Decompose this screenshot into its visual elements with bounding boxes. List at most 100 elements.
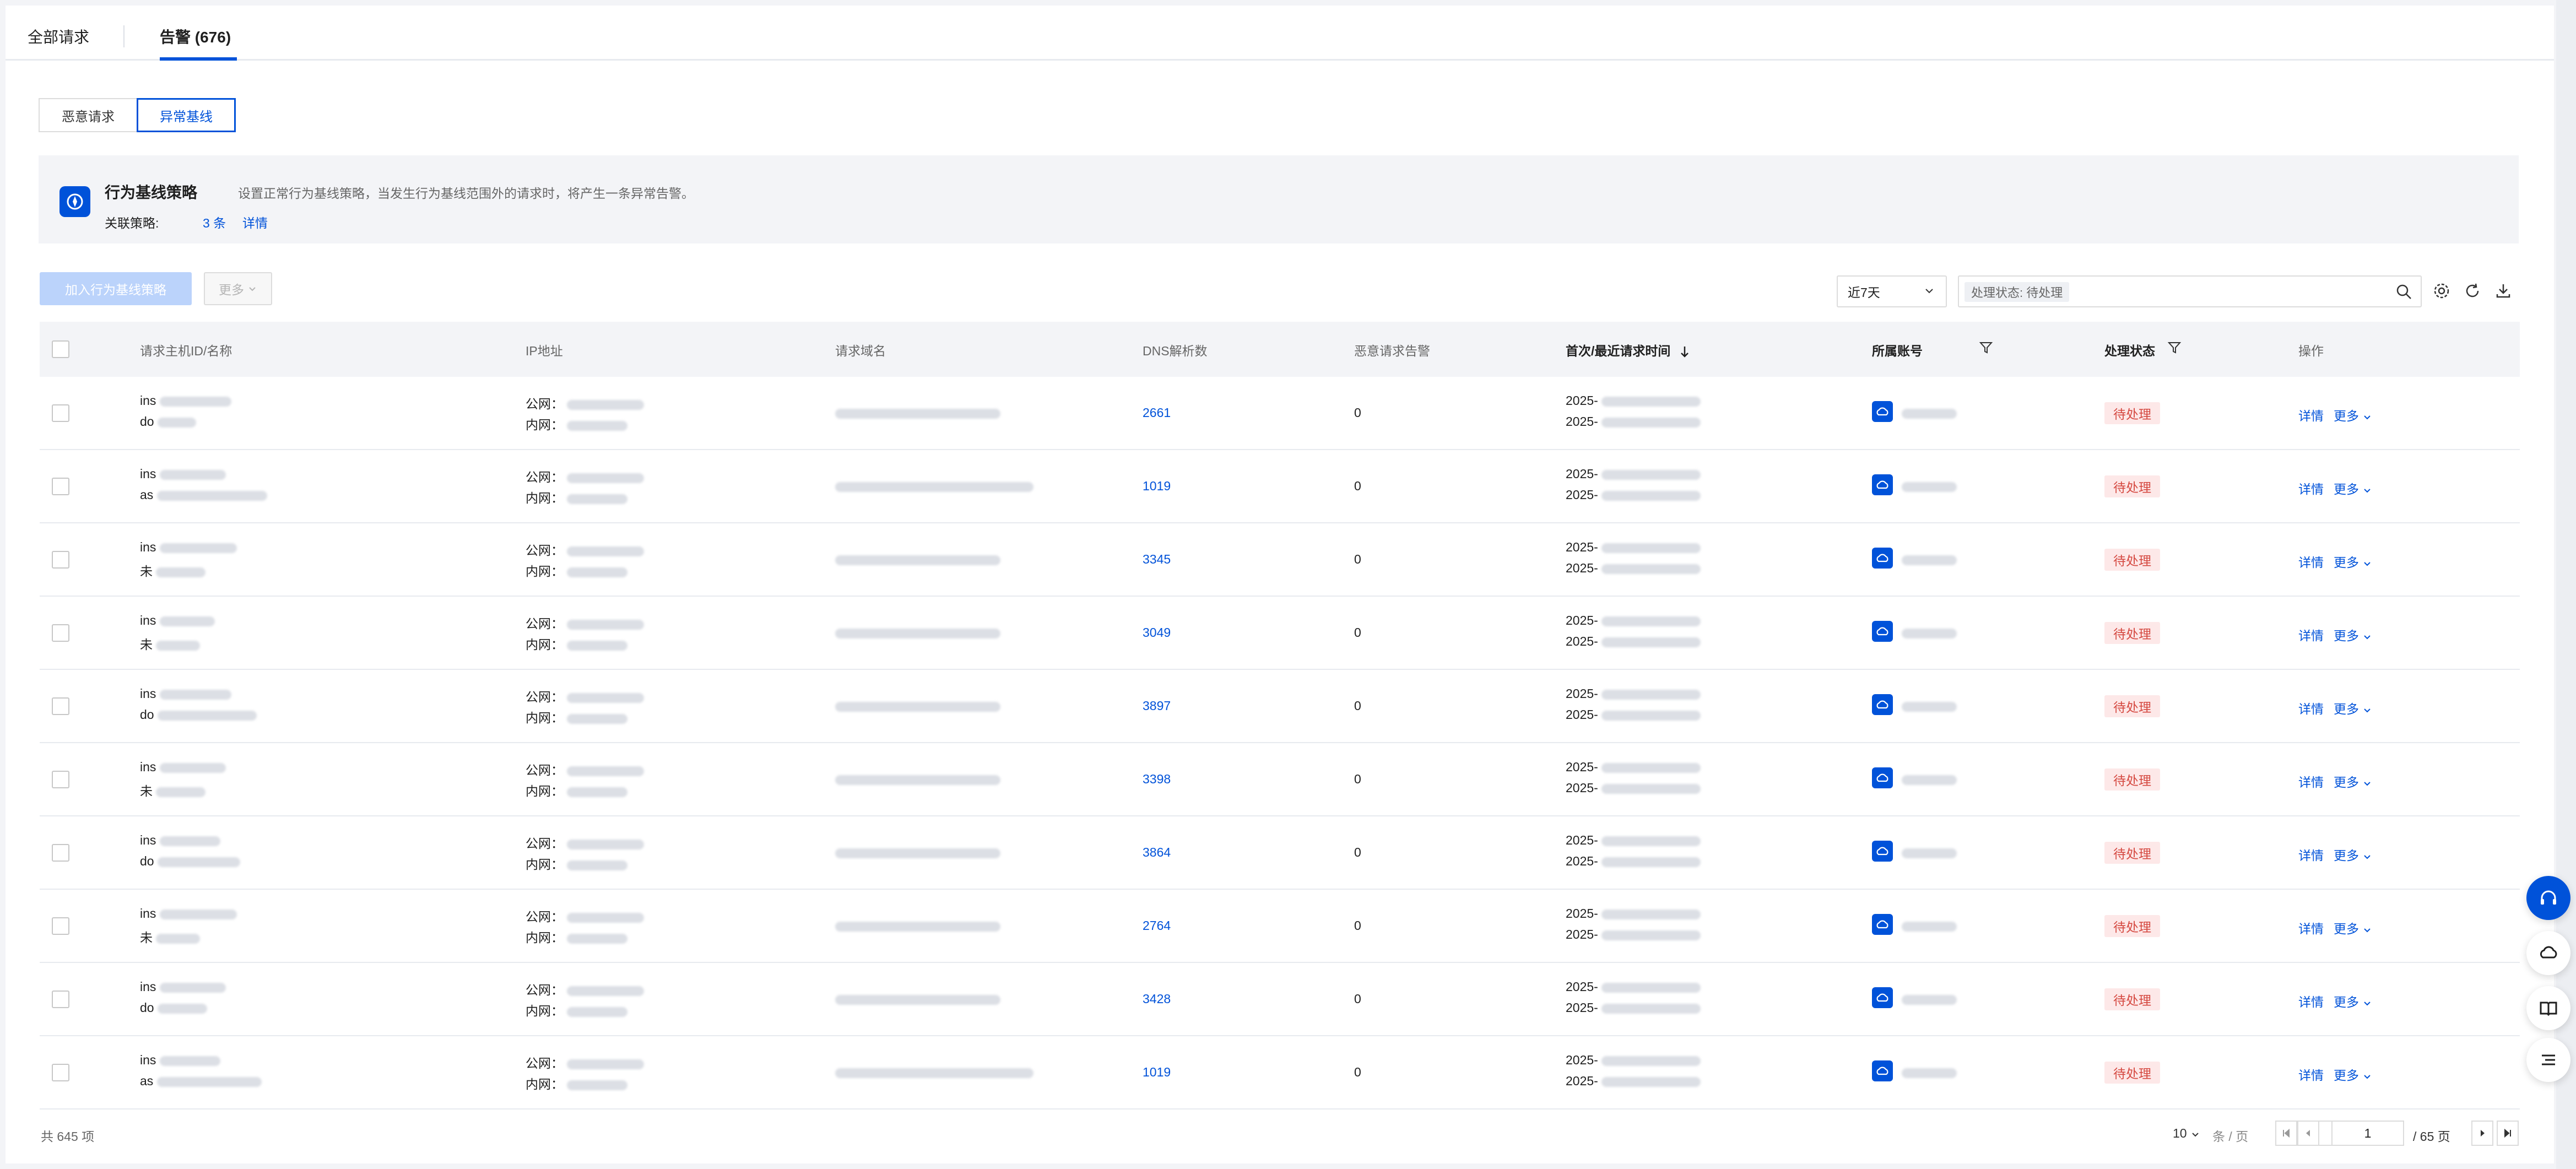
detail-link[interactable]: 详情: [2298, 699, 2324, 717]
more-actions-button[interactable]: 更多: [204, 272, 272, 305]
subtab-malicious-requests[interactable]: 恶意请求: [39, 98, 138, 132]
redacted-account: [1902, 994, 1957, 1005]
current-page-input[interactable]: 1: [2331, 1121, 2404, 1146]
row-more-menu[interactable]: 更多: [2334, 479, 2372, 497]
host-id[interactable]: ins: [140, 833, 220, 848]
detail-link[interactable]: 详情: [2298, 918, 2324, 937]
dns-count-link[interactable]: 3049: [1143, 625, 1171, 640]
sort-down-icon[interactable]: [1679, 345, 1691, 359]
host-id[interactable]: ins: [140, 979, 226, 994]
dns-count-link[interactable]: 3428: [1143, 992, 1171, 1006]
host-id[interactable]: ins: [140, 906, 237, 921]
detail-link[interactable]: 详情: [2298, 992, 2324, 1010]
dns-count-link[interactable]: 1019: [1143, 479, 1171, 494]
detail-link[interactable]: 详情: [2298, 772, 2324, 791]
settings-icon[interactable]: [2432, 281, 2451, 301]
dns-count-link[interactable]: 3897: [1143, 699, 1171, 713]
filter-search-input[interactable]: 处理状态: 待处理: [1958, 275, 2422, 307]
table-row: ins as 公网： 内网： 1019 0 2025- 2025- 待处理 详情…: [40, 450, 2520, 523]
filter-tag[interactable]: 处理状态: 待处理: [1965, 282, 2070, 302]
row-more-menu[interactable]: 更多: [2334, 992, 2372, 1010]
host-id-prefix: ins: [140, 906, 156, 921]
row-more-menu[interactable]: 更多: [2334, 405, 2372, 424]
malicious-alert-count: 0: [1354, 1065, 1361, 1079]
dns-count-link[interactable]: 1019: [1143, 1065, 1171, 1080]
banner-detail-link[interactable]: 详情: [242, 213, 268, 231]
detail-link[interactable]: 详情: [2298, 1065, 2324, 1084]
host-id[interactable]: ins: [140, 686, 231, 701]
host-id[interactable]: ins: [140, 613, 215, 628]
dns-count-link[interactable]: 3345: [1143, 552, 1171, 567]
first-page-button[interactable]: [2275, 1121, 2297, 1146]
row-more-menu[interactable]: 更多: [2334, 625, 2372, 644]
row-checkbox[interactable]: [52, 551, 69, 569]
host-name: do: [140, 707, 257, 722]
redacted-ip-public: [567, 692, 645, 703]
host-id[interactable]: ins: [140, 760, 226, 775]
tab-all-requests[interactable]: 全部请求: [28, 25, 89, 47]
row-checkbox[interactable]: [52, 844, 69, 862]
dns-count-link[interactable]: 3398: [1143, 772, 1171, 787]
redacted-domain: [835, 481, 1033, 492]
search-icon[interactable]: [2395, 283, 2413, 301]
row-more-menu[interactable]: 更多: [2334, 1065, 2372, 1084]
redacted-host-id: [159, 689, 231, 700]
add-baseline-strategy-button[interactable]: 加入行为基线策略: [40, 272, 192, 305]
cloud-account-icon: [1872, 767, 1893, 788]
row-checkbox[interactable]: [52, 697, 69, 715]
prev-page-button[interactable]: [2297, 1121, 2319, 1146]
row-checkbox[interactable]: [52, 404, 69, 422]
cloud-chat-button[interactable]: [2526, 931, 2570, 975]
redacted-account: [1902, 481, 1957, 492]
host-name: 未: [140, 634, 201, 653]
row-checkbox[interactable]: [52, 624, 69, 642]
row-checkbox[interactable]: [52, 917, 69, 935]
select-all-checkbox[interactable]: [52, 340, 69, 358]
col-request-time[interactable]: 首次/最近请求时间: [1566, 340, 1691, 359]
row-checkbox[interactable]: [52, 1064, 69, 1081]
row-checkbox[interactable]: [52, 991, 69, 1008]
host-id[interactable]: ins: [140, 1053, 220, 1068]
filter-icon[interactable]: [2167, 340, 2182, 355]
detail-link[interactable]: 详情: [2298, 625, 2324, 644]
download-icon[interactable]: [2493, 281, 2513, 301]
menu-button[interactable]: [2526, 1038, 2570, 1082]
row-more-menu[interactable]: 更多: [2334, 772, 2372, 791]
page-size-select[interactable]: 10: [2173, 1126, 2200, 1141]
row-more-menu[interactable]: 更多: [2334, 699, 2372, 717]
row-more-menu[interactable]: 更多: [2334, 552, 2372, 571]
redacted-account: [1902, 555, 1957, 565]
row-more-menu[interactable]: 更多: [2334, 918, 2372, 937]
detail-link[interactable]: 详情: [2298, 552, 2324, 571]
ip-private: 内网：: [526, 561, 628, 580]
time-range-select[interactable]: 近7天: [1837, 275, 1947, 307]
detail-link[interactable]: 详情: [2298, 479, 2324, 497]
next-page-button[interactable]: [2471, 1121, 2493, 1146]
host-id[interactable]: ins: [140, 393, 231, 408]
row-more-menu[interactable]: 更多: [2334, 845, 2372, 864]
redacted-time: [1601, 543, 1701, 553]
dns-count-link[interactable]: 2661: [1143, 405, 1171, 420]
host-id[interactable]: ins: [140, 467, 226, 481]
host-id[interactable]: ins: [140, 540, 237, 555]
detail-link[interactable]: 详情: [2298, 845, 2324, 864]
row-checkbox[interactable]: [52, 771, 69, 788]
first-request-time-prefix: 2025-: [1566, 760, 1598, 774]
redacted-ip-public: [567, 986, 645, 996]
filter-icon[interactable]: [1979, 340, 1993, 355]
tab-alerts[interactable]: 告警 (676): [160, 25, 231, 47]
row-checkbox[interactable]: [52, 478, 69, 495]
last-page-button[interactable]: [2497, 1121, 2519, 1146]
support-button[interactable]: [2526, 876, 2570, 920]
related-strategies-count[interactable]: 3 条: [203, 213, 226, 231]
row-more-label: 更多: [2334, 629, 2359, 643]
dns-count-link[interactable]: 3864: [1143, 845, 1171, 860]
cloud-account-icon: [1872, 474, 1893, 495]
docs-button[interactable]: [2526, 986, 2570, 1030]
redacted-time: [1601, 930, 1701, 940]
dns-count-link[interactable]: 2764: [1143, 918, 1171, 933]
detail-link[interactable]: 详情: [2298, 405, 2324, 424]
ip-private-label: 内网：: [526, 1077, 564, 1091]
refresh-icon[interactable]: [2463, 281, 2482, 301]
subtab-abnormal-baseline[interactable]: 异常基线: [137, 98, 236, 132]
